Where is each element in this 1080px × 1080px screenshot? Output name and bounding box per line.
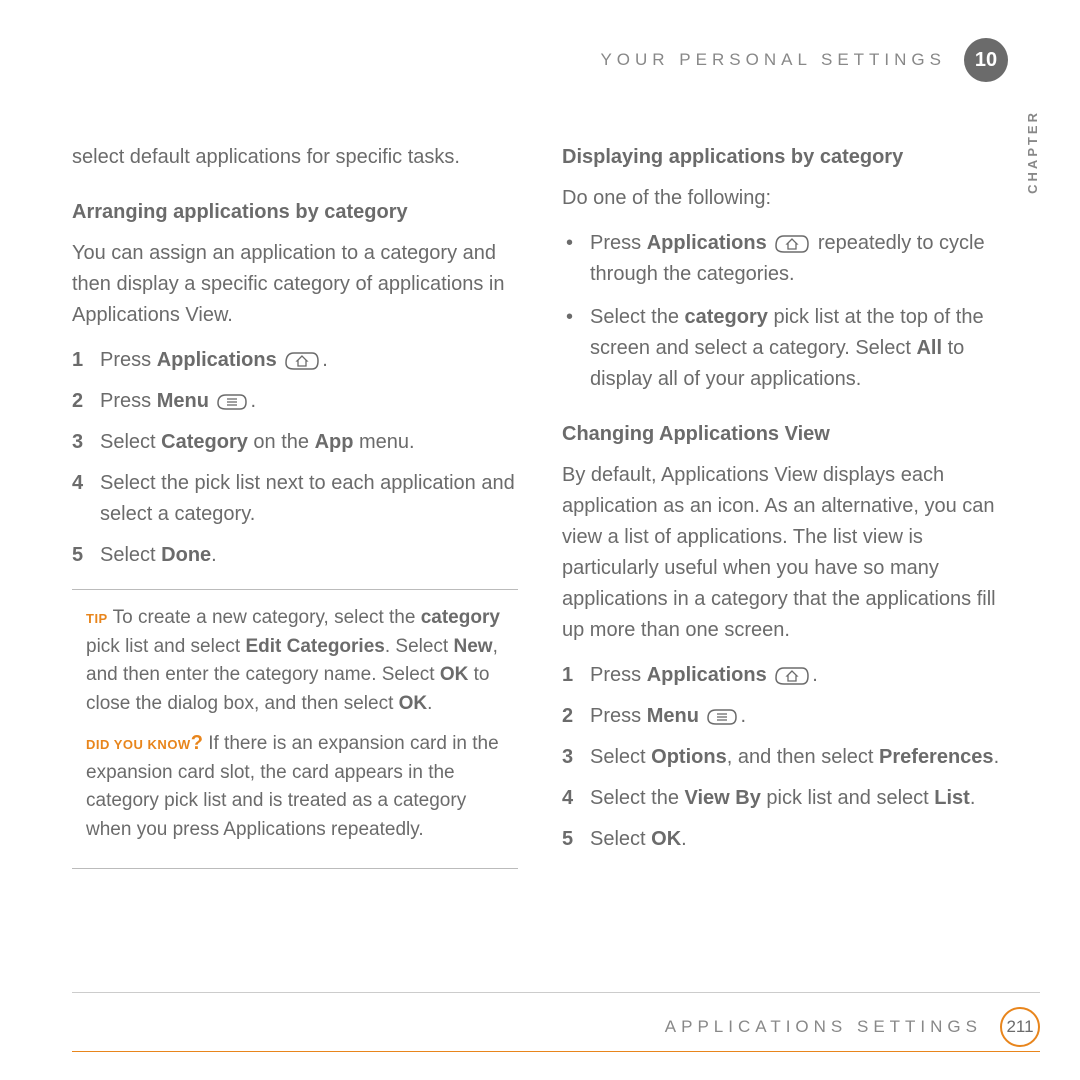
- list-item: 4 Select the pick list next to each appl…: [72, 468, 518, 530]
- home-icon: [774, 664, 810, 688]
- step-text: Select the View By pick list and select …: [590, 783, 1008, 814]
- page-number-badge: 211: [1000, 1007, 1040, 1047]
- list-item: 2 Press Menu .: [72, 386, 518, 417]
- list-item: 2 Press Menu .: [562, 701, 1008, 732]
- step-number: 3: [72, 427, 100, 458]
- content-columns: select default applications for specific…: [72, 142, 1008, 869]
- step-text: Press Applications .: [590, 660, 1008, 691]
- heading-changing: Changing Applications View: [562, 419, 1008, 450]
- step-text: Press Menu .: [100, 386, 518, 417]
- did-you-know-paragraph: DID YOU KNOW? If there is an expansion c…: [86, 728, 510, 844]
- step-number: 2: [72, 386, 100, 417]
- menu-icon: [706, 706, 738, 728]
- intro-text: select default applications for specific…: [72, 142, 518, 173]
- footer-section-title: APPLICATIONS SETTINGS: [665, 1017, 982, 1037]
- displaying-bullets: Press Applications repeatedly to cycle t…: [562, 228, 1008, 395]
- step-number: 1: [562, 660, 590, 691]
- step-number: 4: [72, 468, 100, 530]
- list-item: 1 Press Applications .: [72, 345, 518, 376]
- step-number: 5: [72, 540, 100, 571]
- bullet-text: Select the category pick list at the top…: [590, 302, 1008, 395]
- tip-paragraph: TIP To create a new category, select the…: [86, 604, 510, 718]
- heading-arranging: Arranging applications by category: [72, 197, 518, 228]
- tip-box: TIP To create a new category, select the…: [72, 589, 518, 869]
- question-mark-icon: ?: [191, 732, 203, 754]
- changing-intro: By default, Applications View displays e…: [562, 460, 1008, 646]
- step-number: 1: [72, 345, 100, 376]
- step-text: Press Applications .: [100, 345, 518, 376]
- list-item: 3 Select Category on the App menu.: [72, 427, 518, 458]
- step-text: Select OK.: [590, 824, 1008, 855]
- page-header: YOUR PERSONAL SETTINGS 10: [72, 38, 1008, 82]
- list-item: 3 Select Options, and then select Prefer…: [562, 742, 1008, 773]
- left-column: select default applications for specific…: [72, 142, 518, 869]
- step-text: Press Menu .: [590, 701, 1008, 732]
- header-section-title: YOUR PERSONAL SETTINGS: [600, 50, 946, 70]
- chapter-number-badge: 10: [964, 38, 1008, 82]
- list-item: 1 Press Applications .: [562, 660, 1008, 691]
- step-text: Select Options, and then select Preferen…: [590, 742, 1008, 773]
- step-text: Select the pick list next to each applic…: [100, 468, 518, 530]
- dyk-label: DID YOU KNOW: [86, 737, 191, 752]
- right-column: Displaying applications by category Do o…: [562, 142, 1008, 869]
- bullet-icon: [562, 228, 590, 290]
- step-number: 3: [562, 742, 590, 773]
- list-item: Select the category pick list at the top…: [562, 302, 1008, 395]
- step-number: 4: [562, 783, 590, 814]
- arranging-intro: You can assign an application to a categ…: [72, 238, 518, 331]
- list-item: Press Applications repeatedly to cycle t…: [562, 228, 1008, 290]
- list-item: 5 Select OK.: [562, 824, 1008, 855]
- list-item: 5 Select Done.: [72, 540, 518, 571]
- bullet-icon: [562, 302, 590, 395]
- step-text: Select Done.: [100, 540, 518, 571]
- page-footer: APPLICATIONS SETTINGS 211: [72, 992, 1040, 1052]
- bullet-text: Press Applications repeatedly to cycle t…: [590, 228, 1008, 290]
- side-chapter-label: CHAPTER: [1025, 110, 1040, 194]
- arranging-steps: 1 Press Applications . 2 Press Menu . 3: [72, 345, 518, 571]
- page-content: YOUR PERSONAL SETTINGS 10 CHAPTER select…: [0, 0, 1080, 1080]
- heading-displaying: Displaying applications by category: [562, 142, 1008, 173]
- list-item: 4 Select the View By pick list and selec…: [562, 783, 1008, 814]
- displaying-intro: Do one of the following:: [562, 183, 1008, 214]
- home-icon: [774, 232, 810, 256]
- step-number: 5: [562, 824, 590, 855]
- home-icon: [284, 349, 320, 373]
- step-text: Select Category on the App menu.: [100, 427, 518, 458]
- step-number: 2: [562, 701, 590, 732]
- menu-icon: [216, 391, 248, 413]
- changing-steps: 1 Press Applications . 2 Press Menu . 3: [562, 660, 1008, 855]
- tip-label: TIP: [86, 611, 108, 626]
